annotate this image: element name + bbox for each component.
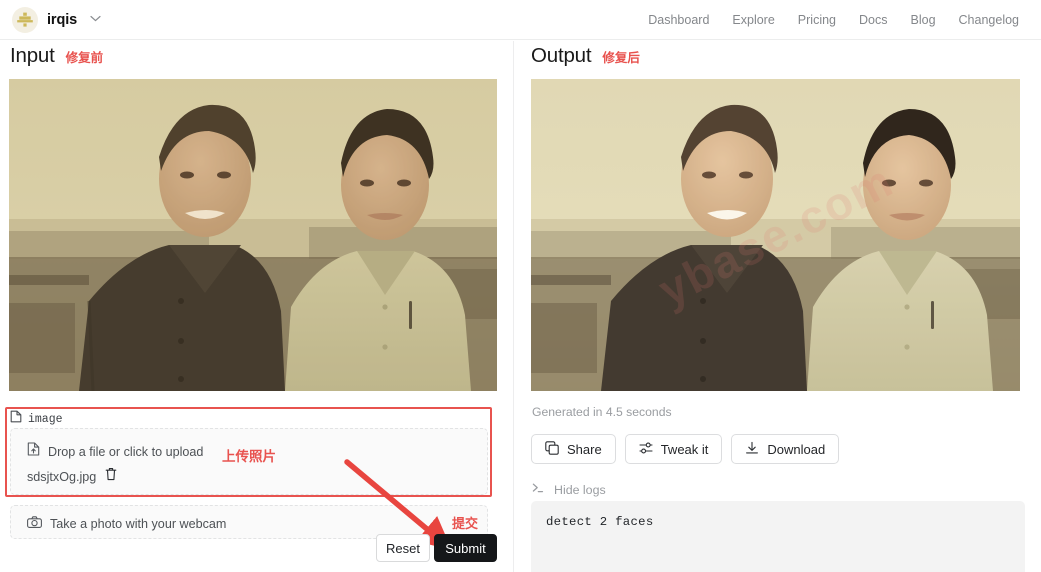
webcam-label: Take a photo with your webcam [50, 517, 227, 531]
input-panel-header: Input 修复前 [10, 44, 103, 68]
top-navbar: irqis Dashboard Explore Pricing Docs Blo… [0, 0, 1041, 40]
upload-label-text: image [28, 412, 63, 426]
uploaded-file-row: sdsjtxOg.jpg [27, 467, 117, 486]
input-title: Input [10, 44, 55, 67]
log-line: detect 2 faces [546, 515, 654, 529]
share-label: Share [567, 441, 602, 457]
nav-link-changelog[interactable]: Changelog [959, 13, 1019, 27]
hide-logs-toggle[interactable]: Hide logs [532, 481, 606, 499]
reset-button[interactable]: Reset [376, 534, 430, 562]
nav-link-pricing[interactable]: Pricing [798, 13, 836, 27]
nav-link-explore[interactable]: Explore [732, 13, 774, 27]
upload-field-label: image [10, 410, 63, 428]
output-panel-header: Output 修复后 [531, 44, 640, 68]
copy-icon [545, 440, 559, 458]
brand-area[interactable]: irqis [0, 6, 101, 33]
brand-name: irqis [47, 11, 78, 28]
tweak-it-label: Tweak it [660, 441, 709, 457]
camera-icon [27, 515, 42, 533]
app-page: irqis Dashboard Explore Pricing Docs Blo… [0, 0, 1041, 572]
trash-icon[interactable] [105, 467, 117, 486]
nav-link-blog[interactable]: Blog [911, 13, 936, 27]
nav-link-dashboard[interactable]: Dashboard [648, 13, 709, 27]
chevron-down-icon[interactable] [90, 14, 101, 25]
output-action-buttons: Share Tweak it Download [531, 434, 840, 464]
output-title: Output [531, 44, 592, 67]
generated-time-text: Generated in 4.5 seconds [532, 405, 672, 419]
terminal-prompt-icon [532, 481, 546, 499]
submit-annotation: 提交 [452, 517, 479, 532]
uploaded-file-name: sdsjtxOg.jpg [27, 469, 97, 484]
irqis-logo-icon [12, 6, 38, 33]
input-annotation: 修复前 [65, 50, 104, 65]
upload-annotation: 上传照片 [222, 449, 276, 465]
download-button[interactable]: Download [731, 434, 840, 464]
logs-panel: detect 2 faces [531, 501, 1025, 572]
submit-button[interactable]: Submit [434, 534, 497, 562]
drop-text: Drop a file or click to upload [48, 444, 204, 459]
nav-link-docs[interactable]: Docs [859, 13, 887, 27]
output-annotation: 修复后 [602, 50, 640, 65]
file-upload-icon [27, 442, 40, 461]
sliders-icon [639, 441, 653, 458]
input-image[interactable] [9, 79, 497, 391]
download-icon [745, 441, 759, 458]
nav-links: Dashboard Explore Pricing Docs Blog Chan… [648, 13, 1041, 27]
hide-logs-label: Hide logs [554, 483, 606, 497]
form-action-row: Reset Submit [376, 534, 497, 562]
drop-hint[interactable]: Drop a file or click to upload [27, 442, 203, 461]
column-divider [513, 41, 514, 572]
share-button[interactable]: Share [531, 434, 616, 464]
tweak-it-button[interactable]: Tweak it [624, 434, 723, 464]
output-image[interactable]: ybase.com [531, 79, 1020, 391]
download-label: Download [767, 441, 826, 457]
file-image-icon [10, 410, 22, 428]
